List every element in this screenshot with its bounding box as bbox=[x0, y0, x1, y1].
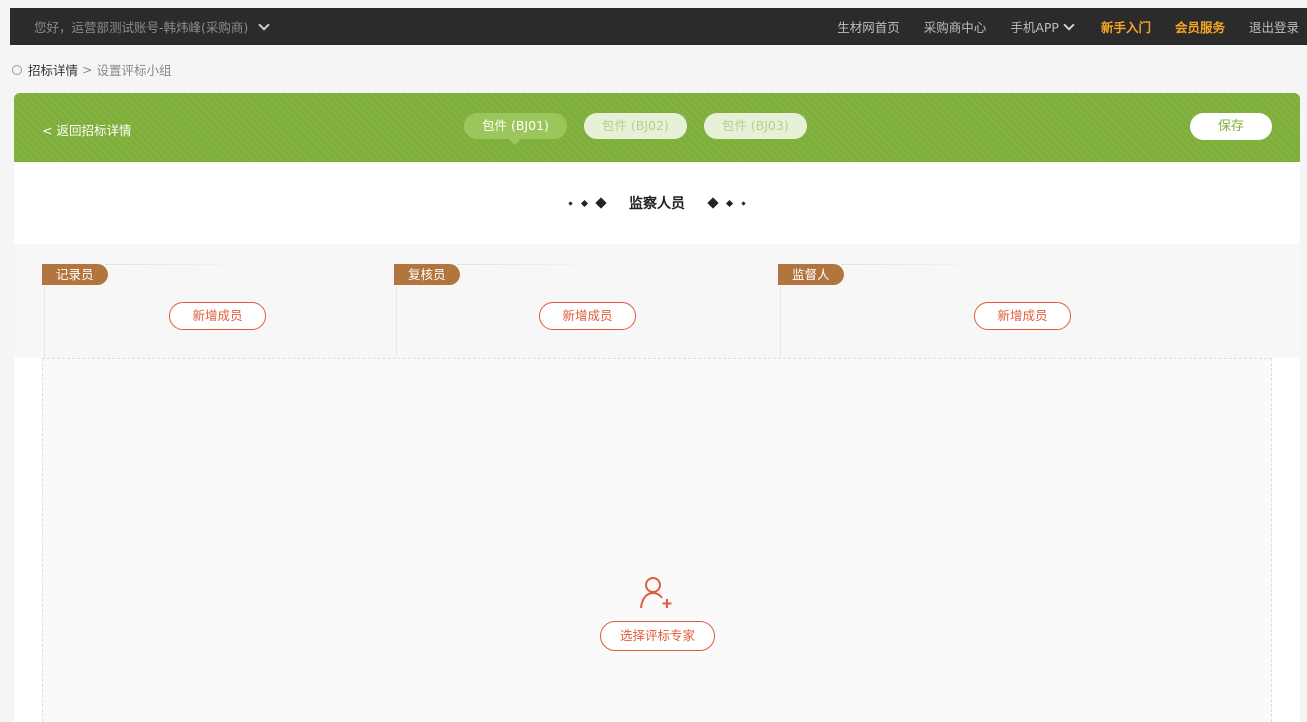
add-member-button[interactable]: 新增成员 bbox=[539, 302, 636, 330]
tab-package-bj03[interactable]: 包件 (BJ03) bbox=[703, 113, 807, 139]
role-groups: 记录员 新增成员 复核员 新增成员 监督人 新增成员 bbox=[14, 244, 1300, 358]
diamond-icon bbox=[741, 200, 746, 206]
chevron-down-icon bbox=[1063, 18, 1075, 31]
breadcrumb-root[interactable]: 招标详情 bbox=[28, 60, 78, 79]
select-experts-button[interactable]: 选择评标专家 bbox=[600, 621, 715, 651]
nav-buyer-center[interactable]: 采购商中心 bbox=[924, 17, 987, 36]
nav-logout[interactable]: 退出登录 bbox=[1249, 17, 1299, 36]
save-button[interactable]: 保存 bbox=[1190, 113, 1272, 140]
diamond-icon bbox=[568, 200, 573, 206]
section-title: 监察人员 bbox=[629, 196, 685, 212]
expert-area: 选择评标专家 bbox=[42, 358, 1272, 722]
package-header: < 返回招标详情 包件 (BJ01) 包件 (BJ02) 包件 (BJ03) 保… bbox=[14, 93, 1300, 162]
nav-home-label: 生材网首页 bbox=[837, 20, 900, 35]
add-member-button[interactable]: 新增成员 bbox=[974, 302, 1071, 330]
role-tag-reviewer: 复核员 bbox=[394, 264, 460, 285]
nav-logout-label: 退出登录 bbox=[1248, 20, 1299, 35]
nav-home[interactable]: 生材网首页 bbox=[837, 17, 900, 36]
role-group-supervisor: 监督人 新增成员 bbox=[778, 264, 1280, 358]
main-panel: 监察人员 记录员 新增成员 复核员 新增成员 监督人 新增成员 选择评标专家 bbox=[14, 162, 1300, 722]
diamond-icon bbox=[707, 197, 719, 209]
greeting-text: 您好，运营部测试账号-韩炜峰(采购商) bbox=[34, 20, 249, 35]
nav-beginner-guide-label: 新手入门 bbox=[1100, 20, 1151, 35]
top-bar: 您好，运营部测试账号-韩炜峰(采购商) 生材网首页 采购商中心 手机APP 新手… bbox=[10, 8, 1307, 45]
package-tabs: 包件 (BJ01) 包件 (BJ02) 包件 (BJ03) bbox=[464, 113, 807, 145]
diamond-icon bbox=[595, 197, 607, 209]
role-divider bbox=[105, 264, 255, 265]
tab-package-bj01[interactable]: 包件 (BJ01) bbox=[464, 113, 567, 145]
diamond-icon bbox=[580, 199, 589, 207]
chevron-down-icon[interactable] bbox=[258, 18, 270, 31]
add-user-icon[interactable] bbox=[638, 574, 674, 610]
add-member-button[interactable]: 新增成员 bbox=[169, 302, 266, 330]
tab-package-bj02[interactable]: 包件 (BJ02) bbox=[583, 113, 687, 139]
nav-mobile-app[interactable]: 手机APP bbox=[1010, 17, 1077, 36]
section-heading: 监察人员 bbox=[14, 162, 1300, 244]
diamond-icon bbox=[725, 199, 734, 207]
role-group-recorder: 记录员 新增成员 bbox=[42, 264, 396, 358]
user-greeting[interactable]: 您好，运营部测试账号-韩炜峰(采购商) bbox=[34, 17, 272, 36]
nav-member-service[interactable]: 会员服务 bbox=[1175, 17, 1225, 36]
top-nav: 生材网首页 采购商中心 手机APP 新手入门 会员服务 退出登录 bbox=[837, 8, 1307, 45]
role-tag-supervisor: 监督人 bbox=[778, 264, 844, 285]
role-divider bbox=[457, 264, 607, 265]
breadcrumb-separator: > bbox=[82, 62, 93, 77]
breadcrumb: 招标详情 > 设置评标小组 bbox=[12, 60, 172, 79]
back-to-bid-details-link[interactable]: < 返回招标详情 bbox=[42, 120, 131, 139]
role-group-reviewer: 复核员 新增成员 bbox=[394, 264, 780, 358]
role-tag-recorder: 记录员 bbox=[42, 264, 108, 285]
nav-member-service-label: 会员服务 bbox=[1174, 20, 1225, 35]
breadcrumb-current: 设置评标小组 bbox=[96, 63, 172, 78]
nav-buyer-center-label: 采购商中心 bbox=[923, 20, 987, 35]
nav-beginner-guide[interactable]: 新手入门 bbox=[1101, 17, 1151, 36]
location-pin-icon bbox=[12, 64, 22, 75]
nav-mobile-app-label: 手机APP bbox=[1010, 20, 1059, 35]
role-divider bbox=[841, 264, 991, 265]
